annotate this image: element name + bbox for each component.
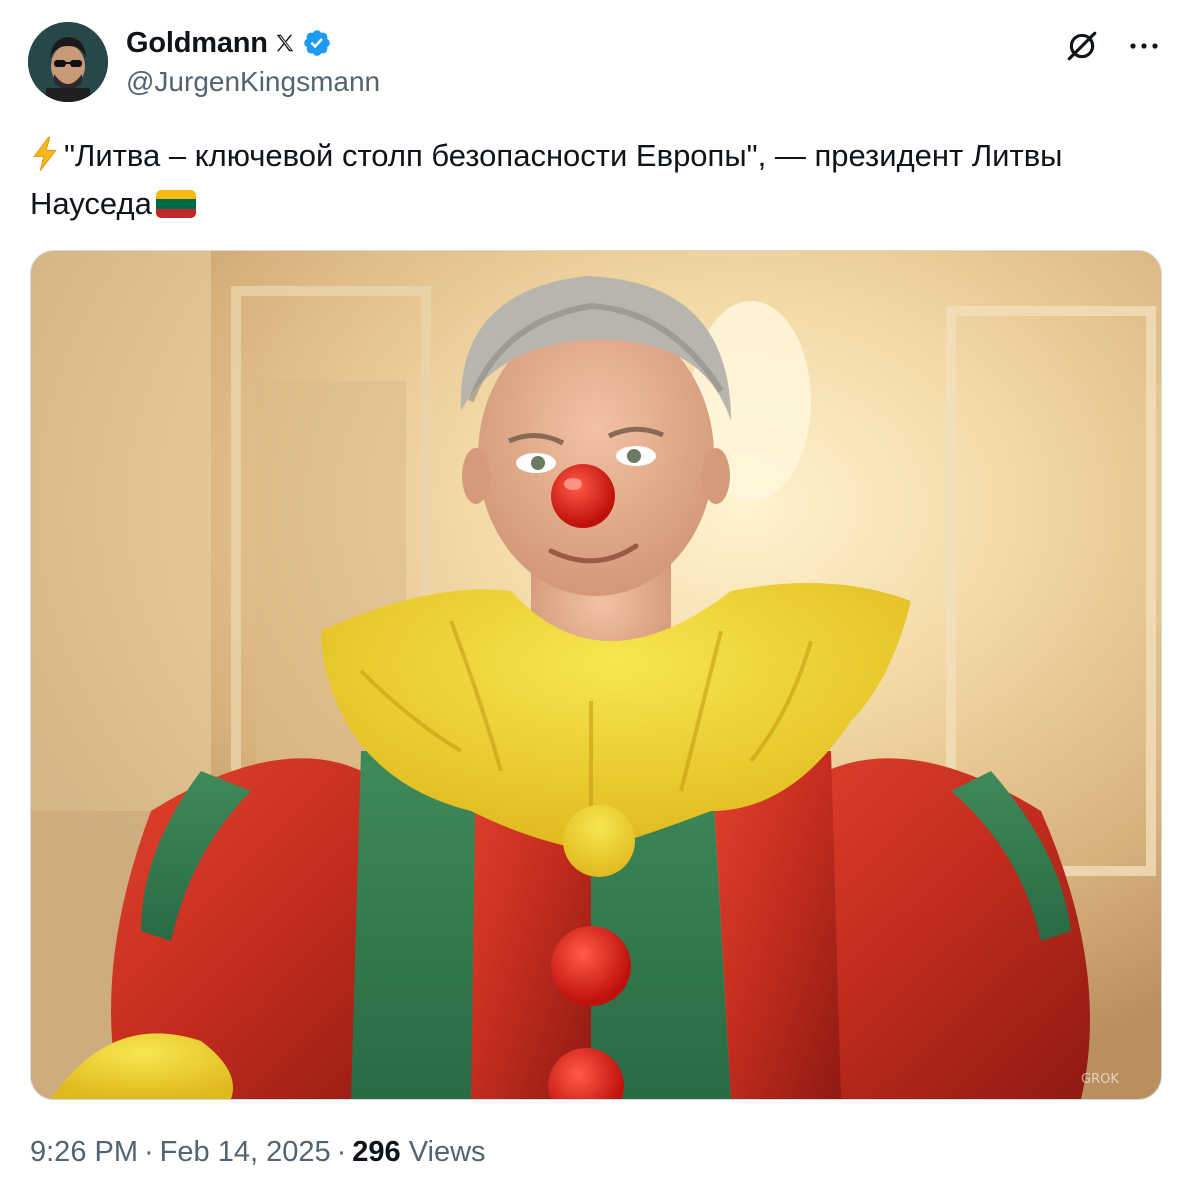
media-watermark: GROK bbox=[1081, 1072, 1119, 1087]
author-handle[interactable]: @JurgenKingsmann bbox=[126, 66, 380, 98]
grok-icon bbox=[1067, 31, 1097, 61]
media-photo: GROK bbox=[31, 251, 1161, 1099]
tweet-text: "Литва – ключевой столп безопасности Евр… bbox=[30, 132, 1160, 228]
lightning-bolt-icon bbox=[33, 136, 57, 172]
tweet-card: Goldmann @JurgenKingsmann "Литва – ключе… bbox=[0, 0, 1198, 1200]
tweet-time[interactable]: 9:26 PM bbox=[30, 1136, 138, 1168]
tweet-meta: 9:26 PM · Feb 14, 2025 · 296 Views bbox=[30, 1136, 486, 1169]
name-row: Goldmann bbox=[126, 24, 380, 62]
author-avatar[interactable] bbox=[28, 22, 108, 102]
x-logo-icon bbox=[276, 34, 294, 52]
grok-button[interactable] bbox=[1064, 28, 1100, 64]
tweet-actions bbox=[1064, 28, 1162, 64]
more-options-button[interactable] bbox=[1126, 28, 1162, 64]
meta-separator: · bbox=[336, 1136, 347, 1168]
avatar-image bbox=[28, 22, 108, 102]
tweet-media-image[interactable]: GROK bbox=[30, 250, 1162, 1100]
views-label: Views bbox=[408, 1136, 486, 1168]
verified-badge-icon[interactable] bbox=[302, 28, 332, 58]
views-count: 296 bbox=[352, 1136, 401, 1168]
tweet-date[interactable]: Feb 14, 2025 bbox=[160, 1136, 331, 1168]
meta-separator: · bbox=[144, 1136, 154, 1168]
more-options-icon bbox=[1130, 43, 1158, 49]
lithuania-flag-icon bbox=[155, 190, 196, 218]
author-block: Goldmann @JurgenKingsmann bbox=[126, 24, 380, 98]
author-display-name[interactable]: Goldmann bbox=[126, 27, 268, 60]
